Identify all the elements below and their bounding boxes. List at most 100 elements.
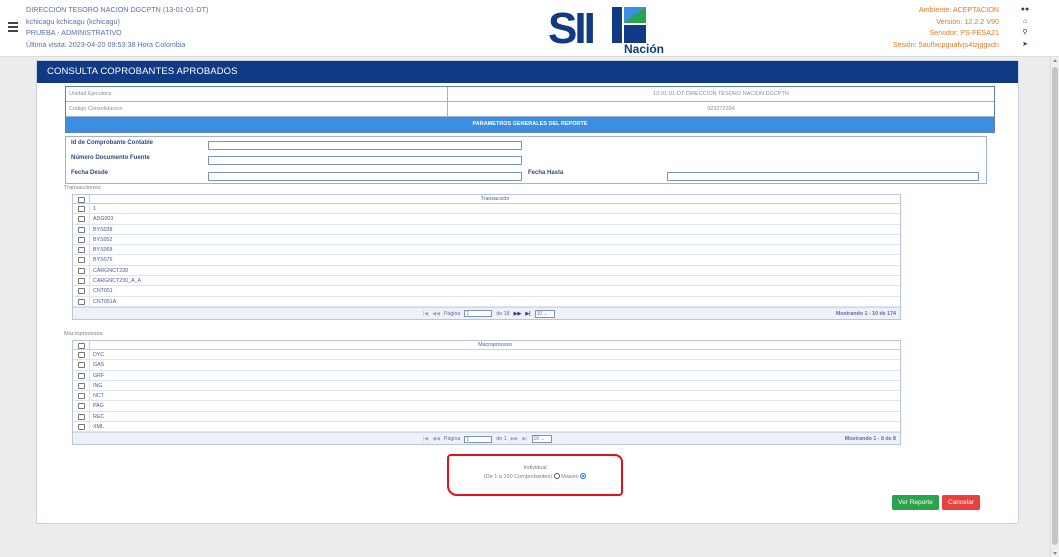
row-checkbox[interactable] (78, 382, 85, 389)
scroll-up-icon[interactable] (1053, 59, 1057, 62)
table-row[interactable]: BYS038 (73, 224, 900, 235)
header-icons: ●● ⌂ ⚲ ➤ (1019, 4, 1031, 50)
row-label: CARGNCT230 (93, 267, 129, 274)
hasta-input[interactable] (667, 172, 979, 181)
next-page-icon[interactable]: ▶▶ (514, 311, 522, 317)
row-checkbox[interactable] (78, 247, 85, 254)
cancel-button[interactable]: Cancelar (942, 495, 980, 510)
key-icon[interactable]: ⚲ (1019, 27, 1031, 39)
row-checkbox[interactable] (78, 216, 85, 223)
row-checkbox[interactable] (78, 403, 85, 410)
table-row[interactable]: ING (73, 380, 900, 392)
first-page-icon[interactable]: |◀ (423, 311, 428, 317)
table-row[interactable]: BYS052 (73, 234, 900, 246)
header-entity: DIRECCION TESORO NACION DGCPTN (13-01-01… (26, 5, 209, 14)
table-row[interactable]: CARGNCT230_A_A (73, 276, 900, 287)
scroll-down-icon[interactable] (1053, 552, 1057, 555)
row-checkbox[interactable] (78, 288, 85, 295)
row-label: BYS068 (93, 247, 113, 254)
table-row[interactable]: REC (73, 411, 900, 423)
row-checkbox[interactable] (78, 278, 85, 285)
table-row[interactable]: CNT051 (73, 286, 900, 297)
unidad-label: Unidad Ejecutora (66, 87, 448, 101)
header-profile: PRUEBA - ADMINISTRATIVO (26, 28, 122, 37)
prev-page-icon[interactable]: ◀◀ (432, 311, 440, 317)
page-title: CONSULTA COPROBANTES APROBADOS (37, 61, 1018, 83)
row-label: REC (93, 413, 105, 420)
row-checkbox[interactable] (78, 362, 85, 369)
page-input[interactable]: 1 (464, 435, 493, 443)
row-checkbox[interactable] (78, 372, 85, 379)
row-checkbox[interactable] (78, 424, 85, 431)
individual-label: Individual (523, 465, 547, 471)
table-row[interactable]: ADG003 (73, 214, 900, 225)
table-row[interactable]: PAG (73, 401, 900, 412)
table-row[interactable]: GAS (73, 360, 900, 371)
row-label: DYC (93, 352, 105, 358)
row-checkbox[interactable] (78, 267, 85, 274)
row-checkbox[interactable] (78, 352, 85, 358)
per-page-select[interactable]: 10 ⌄ (534, 309, 555, 318)
id-input[interactable] (208, 141, 522, 150)
row-label: BYS038 (93, 226, 113, 233)
doc-input[interactable] (208, 156, 522, 165)
info-table: Unidad Ejecutora 13-01-01-DT DIRECCION T… (65, 86, 995, 133)
first-page-icon[interactable]: |◀ (423, 436, 428, 442)
view-report-button[interactable]: Ver Reporte (892, 495, 939, 510)
masivo-radio[interactable] (580, 473, 587, 479)
row-label: XML (93, 424, 104, 431)
row-checkbox[interactable] (78, 413, 85, 420)
macroprocesos-label: Macroprocesos: (64, 331, 104, 337)
macroprocesos-header: Macroproceso (73, 341, 900, 350)
page-scrollbar[interactable] (1050, 57, 1059, 557)
row-checkbox[interactable] (78, 226, 85, 233)
row-checkbox[interactable] (78, 206, 85, 212)
table-row[interactable]: BYS068 (73, 245, 900, 256)
last-page-icon[interactable]: ▶| (525, 311, 530, 317)
row-label: CNT051A (93, 298, 117, 305)
individual-radio[interactable] (553, 473, 560, 479)
table-row[interactable]: 1 (73, 204, 900, 215)
page-label: Página (443, 436, 461, 443)
header-version: Versión: 12.2.2 V90 (936, 16, 999, 26)
row-checkbox[interactable] (78, 298, 85, 305)
table-row[interactable]: NCT (73, 391, 900, 402)
hamburger-menu-icon[interactable] (8, 22, 18, 32)
select-all-checkbox[interactable] (78, 196, 85, 203)
row-checkbox[interactable] (78, 257, 85, 264)
table-row[interactable]: DYC (73, 350, 900, 361)
last-page-icon[interactable]: ▶| (522, 436, 527, 442)
row-checkbox[interactable] (78, 236, 85, 243)
desde-input[interactable] (208, 172, 522, 181)
scroll-thumb[interactable] (1052, 67, 1058, 545)
per-page-select[interactable]: 10 ⌄ (531, 435, 552, 444)
table-row[interactable]: GRF (73, 370, 900, 381)
id-label: Id de Comprobante Contable (71, 140, 154, 146)
page-summary: Mostrando 1 - 8 de 8 (844, 436, 896, 443)
table-row[interactable]: XML (73, 422, 900, 433)
report-mode-options: Individual (De 1 a 100 Comprobantes) Mas… (455, 464, 615, 482)
individual-range: (De 1 a 100 Comprobantes) (483, 474, 553, 480)
page-input[interactable]: 1 (464, 310, 493, 318)
page-summary: Mostrando 1 - 10 de 174 (835, 310, 896, 317)
params-header: PARAMETROS GENERALES DEL REPORTE (66, 117, 994, 132)
row-label: NCT (93, 393, 104, 400)
users-icon[interactable]: ●● (1019, 4, 1031, 16)
params-form: Id de Comprobante Contable Número Docume… (65, 136, 987, 184)
row-label: ING (93, 382, 103, 389)
macroproceso-column: Macroproceso (478, 342, 512, 348)
bank-icon[interactable]: ⌂ (1019, 16, 1031, 28)
table-row[interactable]: CNT051A (73, 296, 900, 307)
row-label: 1 (93, 206, 96, 212)
prev-page-icon[interactable]: ◀◀ (432, 436, 440, 442)
row-label: BYS076 (93, 257, 113, 264)
row-checkbox[interactable] (78, 393, 85, 400)
table-row[interactable]: CARGNCT230 (73, 265, 900, 277)
header-server: Servidor: PS-FESA21 (929, 28, 999, 37)
header-environment: Ambiente: ACEPTACION (918, 5, 999, 14)
logout-icon[interactable]: ➤ (1019, 39, 1031, 51)
select-all-checkbox[interactable] (78, 342, 85, 349)
next-page-icon[interactable]: ▶▶ (511, 436, 519, 442)
macroprocesos-grid: Macroproceso DYC GAS GRF ING NCT PAG REC XML |◀… (72, 340, 901, 446)
table-row[interactable]: BYS076 (73, 255, 900, 266)
